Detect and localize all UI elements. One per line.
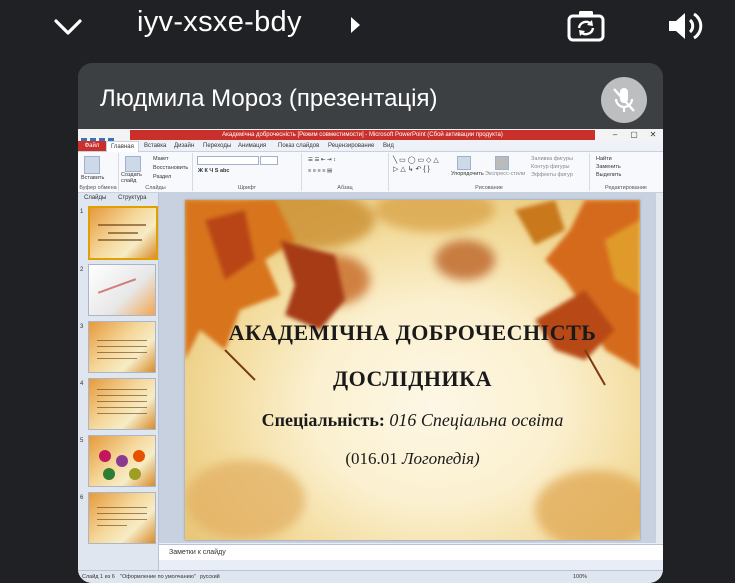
paste-button[interactable]: Вставить bbox=[81, 175, 104, 181]
slide-counter: Слайд 1 из 6 bbox=[82, 574, 115, 580]
status-bar: Слайд 1 из 6 "Оформление по умолчанию" р… bbox=[78, 570, 663, 583]
paste-icon[interactable] bbox=[84, 156, 100, 174]
tab-design[interactable]: Дизайн bbox=[174, 141, 194, 151]
specialty-value: 016 Спеціальна освіта bbox=[389, 410, 564, 430]
presentation-tile[interactable]: Людмила Мороз (презентація) Академічна д… bbox=[78, 63, 663, 583]
vertical-scrollbar[interactable] bbox=[655, 193, 663, 543]
group-editing: Найти Заменить Выделить Редактирование bbox=[590, 153, 662, 191]
replace-button[interactable]: Заменить bbox=[596, 164, 621, 170]
group-drawing: ╲ ▭ ◯ ▭ ◇ △ ▷ △ ↳ ↶ { } Упорядочить Эксп… bbox=[389, 153, 590, 191]
align-icon[interactable]: ≡ ≡ ≡ ≡ ▤ bbox=[308, 168, 332, 174]
thumb-number: 2 bbox=[80, 267, 84, 273]
find-button[interactable]: Найти bbox=[596, 156, 612, 162]
font-size-box[interactable] bbox=[260, 156, 278, 165]
slide-thumbnail[interactable] bbox=[88, 264, 156, 316]
thumb-number: 5 bbox=[80, 438, 84, 444]
slide-title-line2: ДОСЛІДНИКА bbox=[332, 366, 492, 391]
new-slide-icon[interactable] bbox=[125, 156, 141, 172]
tab-insert[interactable]: Вставка bbox=[144, 141, 166, 151]
subcode-prefix: (016.01 bbox=[345, 449, 398, 468]
slide-title-line1: АКАДЕМІЧНА ДОБРОЧЕСНІСТЬ bbox=[228, 320, 597, 345]
thumb-number: 3 bbox=[80, 324, 84, 330]
presenter-label: Людмила Мороз (презентація) bbox=[100, 85, 438, 112]
outline-button[interactable]: Контур фигуры bbox=[531, 164, 569, 170]
tab-animation[interactable]: Анимация bbox=[238, 141, 266, 151]
tab-slideshow[interactable]: Показ слайдов bbox=[278, 141, 319, 151]
zoom-level[interactable]: 100% bbox=[573, 571, 587, 583]
shared-screen: Академічна доброчесність [Режим совмести… bbox=[78, 129, 663, 583]
group-label: Слайды bbox=[145, 185, 166, 191]
section-button[interactable]: Раздел bbox=[153, 174, 171, 180]
select-button[interactable]: Выделить bbox=[596, 172, 621, 178]
chevron-down-icon[interactable] bbox=[50, 12, 86, 42]
diagram-thumbnail bbox=[99, 450, 145, 480]
group-label: Шрифт bbox=[237, 185, 257, 191]
group-slides: Создать слайд Макет Восстановить Раздел … bbox=[119, 153, 193, 191]
group-label: Рисование bbox=[475, 185, 503, 191]
caret-right-icon[interactable] bbox=[351, 17, 360, 33]
thumb-number: 6 bbox=[80, 495, 84, 501]
reset-button[interactable]: Восстановить bbox=[153, 165, 188, 171]
quick-access-toolbar[interactable] bbox=[81, 131, 126, 144]
ribbon-tabs: Главная Вставка Дизайн Переходы Анимация… bbox=[78, 141, 663, 152]
quick-styles-icon[interactable] bbox=[495, 156, 509, 170]
close-icon[interactable]: ✕ bbox=[643, 130, 663, 140]
slide-specialty: Спеціальність: 016 Спеціальна освіта bbox=[185, 410, 640, 431]
thumb-number: 4 bbox=[80, 381, 84, 387]
theme-name: "Оформление по умолчанию" bbox=[120, 574, 196, 580]
group-label: Редактирование bbox=[605, 185, 647, 191]
top-bar: iyv-xsxe-bdy bbox=[0, 0, 735, 56]
fill-button[interactable]: Заливка фигуры bbox=[531, 156, 573, 162]
specialty-label: Спеціальність: bbox=[261, 410, 385, 430]
tab-transitions[interactable]: Переходы bbox=[203, 141, 231, 151]
bold-icon[interactable]: Ж К Ч S abc bbox=[198, 168, 229, 174]
shapes-gallery-icon[interactable]: ╲ ▭ ◯ ▭ ◇ △ bbox=[393, 156, 439, 164]
slide-thumbnail[interactable] bbox=[88, 206, 158, 260]
slides-panel: Слайды Структура 1 2 3 4 5 6 bbox=[78, 193, 159, 575]
group-label: Абзац bbox=[337, 185, 353, 191]
mic-off-indicator bbox=[601, 77, 647, 123]
ppt-window-title: Академічна доброчесність [Режим совмести… bbox=[130, 130, 595, 140]
arrange-icon[interactable] bbox=[457, 156, 471, 170]
switch-camera-icon[interactable] bbox=[566, 8, 606, 44]
notes-pane[interactable]: Заметки к слайду bbox=[159, 544, 663, 560]
arrange-button[interactable]: Упорядочить bbox=[451, 171, 484, 177]
layout-button[interactable]: Макет bbox=[153, 156, 169, 162]
ppt-title-bar: Академічна доброчесність [Режим совмести… bbox=[78, 129, 663, 144]
slide-thumbnail[interactable] bbox=[88, 492, 156, 544]
tab-home[interactable]: Главная bbox=[106, 141, 139, 152]
current-slide[interactable]: АКАДЕМІЧНА ДОБРОЧЕСНІСТЬ ДОСЛІДНИКА Спец… bbox=[185, 200, 640, 540]
maximize-icon[interactable]: ▢ bbox=[624, 130, 644, 140]
tab-outline[interactable]: Структура bbox=[118, 194, 146, 203]
quick-styles-button[interactable]: Экспресс-стили bbox=[485, 171, 525, 177]
subcode-value: Логопедія) bbox=[402, 449, 480, 468]
slide-subcode: (016.01 Логопедія) bbox=[185, 449, 640, 469]
effects-button[interactable]: Эффекты фигур bbox=[531, 172, 573, 178]
slide-thumbnail[interactable] bbox=[88, 435, 156, 487]
group-clipboard: Вставить Буфер обмена bbox=[78, 153, 119, 191]
tab-view[interactable]: Вид bbox=[383, 141, 394, 151]
group-paragraph: ☰ ☰ ⇤ ⇥ ↕ ≡ ≡ ≡ ≡ ▤ Абзац bbox=[302, 153, 389, 191]
list-icon[interactable]: ☰ ☰ ⇤ ⇥ ↕ bbox=[308, 157, 336, 163]
slide-canvas: АКАДЕМІЧНА ДОБРОЧЕСНІСТЬ ДОСЛІДНИКА Спец… bbox=[159, 193, 655, 543]
slide-thumbnail[interactable] bbox=[88, 378, 156, 430]
group-label: Буфер обмена bbox=[79, 185, 117, 191]
mic-off-icon bbox=[613, 88, 635, 112]
new-slide-button[interactable]: Создать слайд bbox=[121, 172, 151, 184]
font-name-box[interactable] bbox=[197, 156, 259, 165]
language-indicator: русский bbox=[200, 574, 220, 580]
minimize-icon[interactable]: – bbox=[605, 130, 625, 140]
shapes-gallery-row2[interactable]: ▷ △ ↳ ↶ { } bbox=[393, 165, 430, 173]
speaker-icon[interactable] bbox=[665, 8, 705, 44]
tab-slides[interactable]: Слайды bbox=[84, 194, 106, 203]
tab-review[interactable]: Рецензирование bbox=[328, 141, 374, 151]
tab-file[interactable]: Файл bbox=[78, 141, 106, 151]
ribbon: Вставить Буфер обмена Создать слайд Маке… bbox=[78, 152, 663, 193]
slide-thumbnail[interactable] bbox=[88, 321, 156, 373]
group-font: Ж К Ч S abc Шрифт bbox=[193, 153, 302, 191]
thumb-number: 1 bbox=[80, 209, 84, 215]
meeting-code[interactable]: iyv-xsxe-bdy bbox=[137, 6, 302, 39]
